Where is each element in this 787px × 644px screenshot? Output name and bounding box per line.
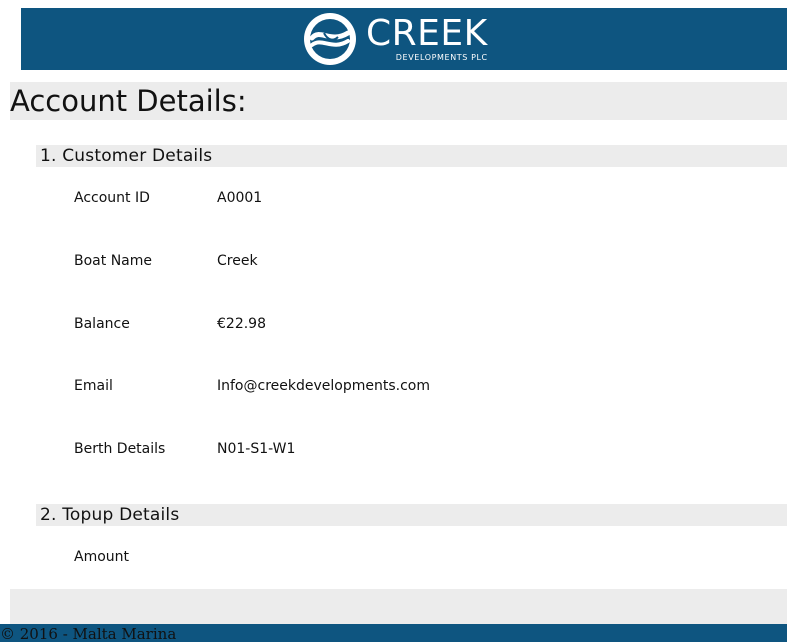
section-header-customer-details: 1. Customer Details xyxy=(36,145,787,167)
amount-label: Amount xyxy=(74,549,130,565)
page-title-bar: Account Details: xyxy=(10,82,787,120)
section-header-topup-details: 2. Topup Details xyxy=(36,504,787,526)
logo-subtitle: DEVELOPMENTS PLC xyxy=(395,52,488,62)
copyright-text: © 2016 - Malta Marina xyxy=(0,625,177,643)
berth-details-label: Berth Details xyxy=(74,441,166,457)
footer-spacer xyxy=(10,589,787,624)
account-id-label: Account ID xyxy=(74,190,150,206)
logo-text: CREEK DEVELOPMENTS PLC xyxy=(366,12,488,63)
berth-details-value: N01-S1-W1 xyxy=(217,441,296,457)
email-value: Info@creekdevelopments.com xyxy=(217,378,430,394)
logo-wordmark: CREEK xyxy=(366,12,488,54)
section-title: 2. Topup Details xyxy=(40,505,180,525)
boat-name-value: Creek xyxy=(217,253,258,269)
email-label: Email xyxy=(74,378,113,394)
account-id-value: A0001 xyxy=(217,190,263,206)
page-title: Account Details: xyxy=(10,84,247,118)
creek-logo-icon xyxy=(304,13,356,65)
balance-value: €22.98 xyxy=(217,316,266,332)
footer-bar: © 2016 - Malta Marina xyxy=(0,624,787,643)
balance-label: Balance xyxy=(74,316,130,332)
section-title: 1. Customer Details xyxy=(40,146,213,166)
boat-name-label: Boat Name xyxy=(74,253,152,269)
company-logo: CREEK DEVELOPMENTS PLC xyxy=(302,12,488,66)
header-banner: CREEK DEVELOPMENTS PLC xyxy=(21,8,787,70)
